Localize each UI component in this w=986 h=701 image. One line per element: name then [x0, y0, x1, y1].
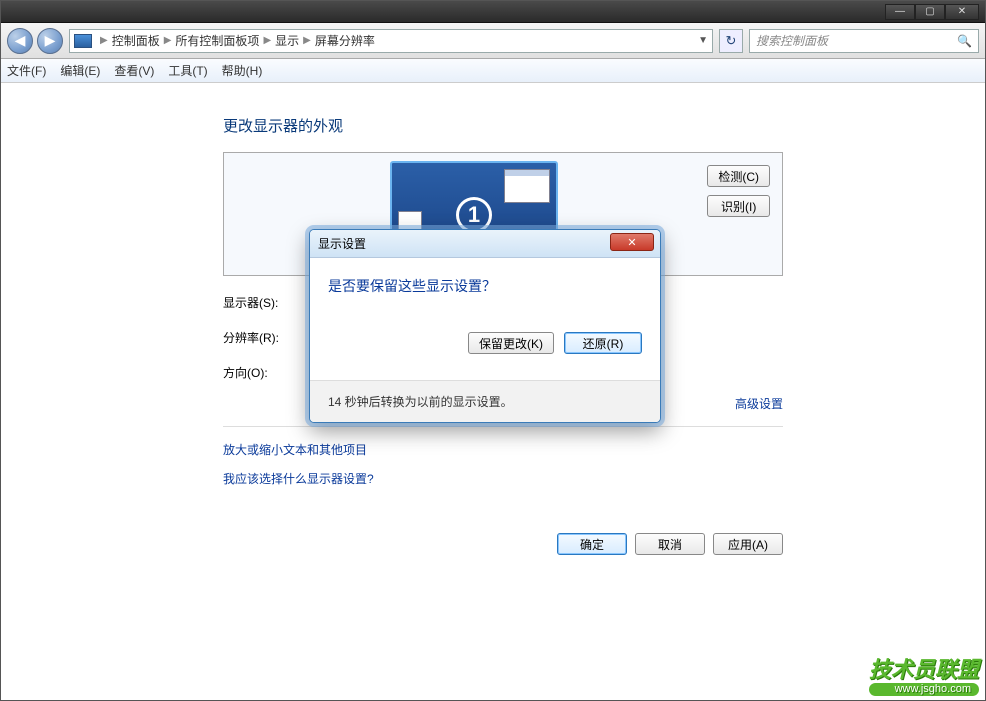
chevron-right-icon: ▶ — [303, 35, 311, 46]
revert-button[interactable]: 还原(R) — [564, 332, 642, 354]
divider — [223, 426, 783, 427]
search-placeholder: 搜索控制面板 — [756, 32, 828, 49]
display-label: 显示器(S): — [223, 294, 309, 311]
chevron-down-icon[interactable]: ▼ — [698, 35, 708, 46]
navigation-bar: ◀ ▶ ▶ 控制面板 ▶ 所有控制面板项 ▶ 显示 ▶ 屏幕分辨率 ▼ ↻ 搜索… — [1, 23, 985, 59]
control-panel-icon — [74, 34, 92, 48]
window-icon — [504, 169, 550, 203]
minimize-button[interactable]: — — [885, 4, 915, 20]
zoom-text-link[interactable]: 放大或缩小文本和其他项目 — [223, 441, 973, 458]
breadcrumb-item[interactable]: 屏幕分辨率 — [315, 32, 375, 49]
detect-button[interactable]: 检测(C) — [707, 165, 770, 187]
dialog-title: 显示设置 — [318, 235, 366, 252]
menu-tools[interactable]: 工具(T) — [168, 62, 207, 79]
chevron-right-icon: ▶ — [100, 35, 108, 46]
breadcrumb-item[interactable]: 控制面板 — [112, 32, 160, 49]
address-bar[interactable]: ▶ 控制面板 ▶ 所有控制面板项 ▶ 显示 ▶ 屏幕分辨率 ▼ — [69, 29, 713, 53]
refresh-button[interactable]: ↻ — [719, 29, 743, 53]
back-button[interactable]: ◀ — [7, 28, 33, 54]
dialog-question: 是否要保留这些显示设置？ — [328, 276, 642, 296]
orientation-label: 方向(O): — [223, 364, 309, 381]
ok-button[interactable]: 确定 — [557, 533, 627, 555]
menu-bar: 文件(F) 编辑(E) 查看(V) 工具(T) 帮助(H) — [1, 59, 985, 83]
window-close-button[interactable]: ✕ — [945, 4, 979, 20]
page-title: 更改显示器的外观 — [223, 115, 973, 136]
forward-button[interactable]: ▶ — [37, 28, 63, 54]
window-titlebar: — ▢ ✕ — [1, 1, 985, 23]
watermark-text: 技术员联盟 — [869, 657, 979, 682]
breadcrumb-item[interactable]: 显示 — [275, 32, 299, 49]
monitor-number: 1 — [456, 197, 492, 233]
menu-file[interactable]: 文件(F) — [7, 62, 46, 79]
dialog-titlebar[interactable]: 显示设置 ✕ — [310, 230, 660, 258]
watermark-url: www.jsgho.com — [869, 683, 979, 696]
dialog-close-button[interactable]: ✕ — [610, 233, 654, 251]
search-icon[interactable]: 🔍 — [957, 34, 972, 48]
identify-button[interactable]: 识别(I) — [707, 195, 770, 217]
advanced-settings-link[interactable]: 高级设置 — [735, 397, 783, 411]
resolution-label: 分辨率(R): — [223, 329, 309, 346]
keep-changes-button[interactable]: 保留更改(K) — [468, 332, 554, 354]
cancel-button[interactable]: 取消 — [635, 533, 705, 555]
chevron-right-icon: ▶ — [263, 35, 271, 46]
apply-button[interactable]: 应用(A) — [713, 533, 783, 555]
maximize-button[interactable]: ▢ — [915, 4, 945, 20]
menu-view[interactable]: 查看(V) — [114, 62, 154, 79]
dialog-countdown: 14 秒钟后转换为以前的显示设置。 — [310, 380, 660, 422]
watermark: 技术员联盟 www.jsgho.com — [869, 659, 979, 696]
display-settings-dialog: 显示设置 ✕ 是否要保留这些显示设置？ 保留更改(K) 还原(R) 14 秒钟后… — [309, 229, 661, 423]
breadcrumb-item[interactable]: 所有控制面板项 — [175, 32, 259, 49]
chevron-right-icon: ▶ — [164, 35, 172, 46]
which-display-link[interactable]: 我应该选择什么显示器设置? — [223, 470, 973, 487]
menu-help[interactable]: 帮助(H) — [222, 62, 263, 79]
search-input[interactable]: 搜索控制面板 🔍 — [749, 29, 979, 53]
menu-edit[interactable]: 编辑(E) — [60, 62, 100, 79]
